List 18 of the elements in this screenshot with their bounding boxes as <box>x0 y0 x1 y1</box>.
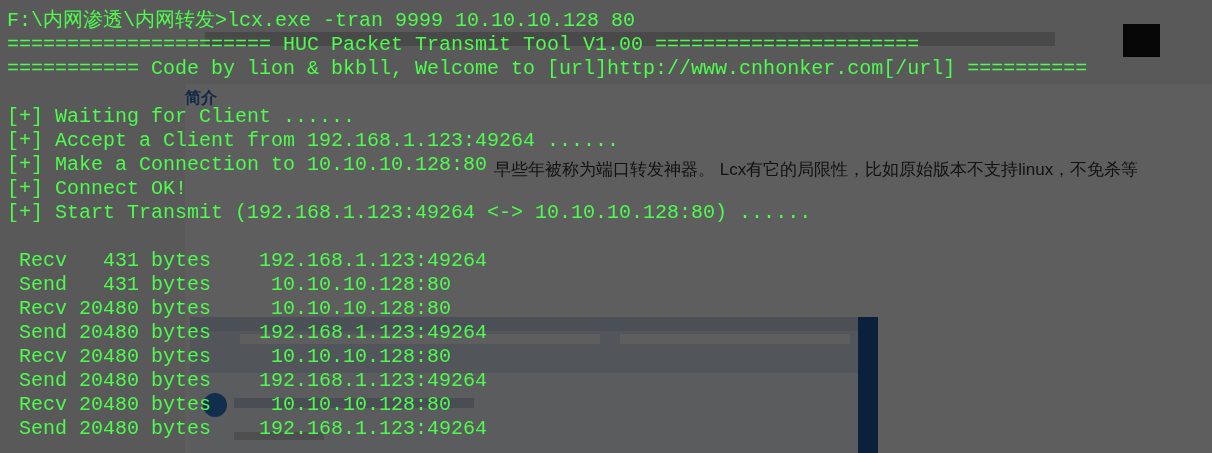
traffic-line: Send 431 bytes 10.10.10.128:80 <box>18 273 452 297</box>
traffic-line: Recv 20480 bytes 10.10.10.128:80 <box>18 345 452 369</box>
paragraph-text: 早些年被称为端口转发神器。 Lcx有它的局限性，比如原始版本不支持linux，不免杀等 <box>494 160 1139 180</box>
status-line: [+] Make a Connection to 10.10.10.128:80 <box>7 153 488 177</box>
traffic-line: Recv 20480 bytes 10.10.10.128:80 <box>18 297 452 321</box>
status-line: [+] Waiting for Client ...... <box>7 105 356 129</box>
status-line: [+] Accept a Client from 192.168.1.123:49264 ...... <box>7 129 620 153</box>
traffic-line: Recv 20480 bytes 10.10.10.128:80 <box>18 393 452 417</box>
status-line: [+] Connect OK! <box>7 177 188 201</box>
console-line: =========== Code by lion & bkbll, Welcome to [url]http://www.cnhonker.com[/url] ========== <box>7 57 1088 81</box>
traffic-line: Send 20480 bytes 192.168.1.123:49264 <box>18 417 488 441</box>
status-line: [+] Start Transmit (192.168.1.123:49264 <-> 10.10.10.128:80) ...... <box>7 201 812 225</box>
section-heading: 简介 <box>185 90 217 106</box>
console-line: F:\内网渗透\内网转发>lcx.exe -tran 9999 10.10.10.128 80 <box>7 9 636 33</box>
traffic-line: Send 20480 bytes 192.168.1.123:49264 <box>18 369 488 393</box>
traffic-line: Recv 431 bytes 192.168.1.123:49264 <box>18 249 488 273</box>
traffic-line: Send 20480 bytes 192.168.1.123:49264 <box>18 321 488 345</box>
console-line: ====================== HUC Packet Transmit Tool V1.00 ====================== <box>7 33 920 57</box>
